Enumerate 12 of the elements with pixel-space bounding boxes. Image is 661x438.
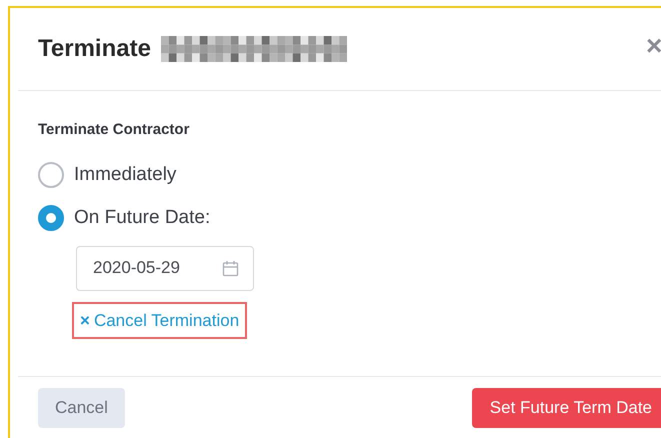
date-field[interactable]: 2020-05-29	[76, 246, 254, 290]
radio-button[interactable]	[38, 162, 64, 188]
radio-label[interactable]: On Future Date:	[74, 204, 210, 232]
calendar-icon[interactable]	[222, 260, 239, 276]
section-label: Terminate Contractor	[38, 120, 190, 140]
cancel-termination-link[interactable]: × Cancel Termination	[72, 302, 248, 339]
dialog-title: Terminate	[38, 34, 151, 64]
submit-button[interactable]: Set Future Term Date	[472, 388, 661, 428]
radio-button[interactable]	[38, 205, 64, 231]
close-button[interactable]: ×	[646, 32, 661, 60]
cancel-button[interactable]: Cancel	[38, 388, 125, 428]
radio-label[interactable]: Immediately	[74, 160, 176, 190]
